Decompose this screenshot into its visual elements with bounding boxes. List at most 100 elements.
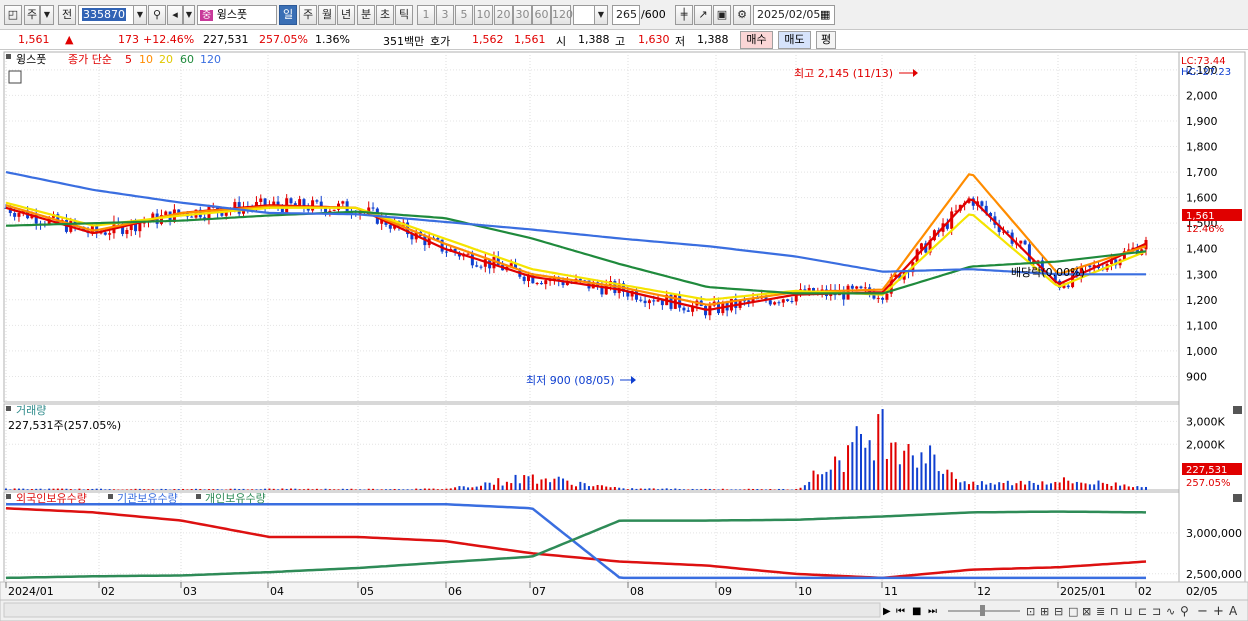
scroll-stop-icon[interactable]: ■	[912, 606, 921, 617]
scroll-track[interactable]	[3, 602, 881, 618]
volume-bar	[717, 489, 720, 490]
zoom-in-icon[interactable]: +	[1213, 604, 1224, 619]
volume-bar	[855, 426, 858, 490]
scroll-first-icon[interactable]: ⏮	[896, 606, 905, 617]
volume-bar	[52, 488, 55, 490]
volume-bar	[48, 488, 51, 490]
interval-5[interactable]: 5	[455, 5, 473, 25]
code-dropdown-icon[interactable]: ▼	[133, 5, 147, 25]
stock-name-field[interactable]: 중 윙스풋	[197, 5, 277, 25]
interval-20[interactable]: 20	[494, 5, 513, 25]
count-total: /600	[641, 8, 666, 21]
volume-bar	[376, 489, 379, 490]
grid-icon[interactable]: ⊞	[1040, 605, 1049, 618]
open-price: 1,388	[578, 33, 610, 46]
volume-bar	[648, 488, 651, 490]
volume-bar	[674, 488, 677, 490]
volume-bar	[639, 488, 642, 490]
candle-body	[859, 286, 863, 289]
candle-body	[656, 300, 660, 302]
speaker-dropdown-icon[interactable]: ▼	[183, 5, 195, 25]
line-tool-icon[interactable]: ↗	[694, 5, 712, 25]
mode-toggle[interactable]: 주	[24, 5, 40, 25]
interval-10[interactable]: 10	[474, 5, 493, 25]
volume-bar	[471, 487, 474, 490]
scroll-right-icon[interactable]: ▶	[883, 606, 891, 617]
compare-icon[interactable]: ⊓	[1110, 605, 1119, 618]
fit-icon[interactable]: ⊡	[1026, 605, 1035, 618]
eval-button[interactable]: 평	[816, 31, 836, 49]
candle-body	[272, 201, 276, 205]
volume-panel-close-icon[interactable]	[1233, 406, 1242, 414]
prev-button[interactable]: 전	[58, 5, 76, 25]
zoom-slider-handle[interactable]	[980, 605, 985, 616]
price-tick-label: 1,700	[1186, 166, 1218, 179]
zoom-out-icon[interactable]: −	[1197, 604, 1208, 619]
volume-bar	[898, 464, 901, 490]
search-icon[interactable]: ⚲	[148, 5, 166, 25]
volume-bar	[881, 409, 884, 490]
interval-3[interactable]: 3	[436, 5, 454, 25]
x-axis-right-label: 02/05	[1186, 585, 1218, 598]
interval-1[interactable]: 1	[417, 5, 435, 25]
volume-bar	[1058, 482, 1061, 490]
period-month[interactable]: 월	[318, 5, 336, 25]
volume-tick-label: 3,000K	[1186, 415, 1225, 428]
x-axis-label: 02	[1138, 585, 1152, 598]
volume-bar	[972, 481, 975, 490]
panel-toggle-icon[interactable]	[8, 70, 22, 84]
volume-bar	[1006, 480, 1009, 490]
period-day[interactable]: 일	[279, 5, 297, 25]
volume-bar	[130, 489, 133, 490]
candle-type-icon[interactable]: ╪	[675, 5, 693, 25]
candle-body	[639, 299, 643, 301]
volume-bar	[298, 489, 301, 490]
layout-icon[interactable]: ⊟	[1054, 605, 1063, 618]
chart-menu-icon[interactable]: ◰	[4, 5, 22, 25]
period-year[interactable]: 년	[337, 5, 355, 25]
period-week[interactable]: 주	[299, 5, 317, 25]
custom-interval-dropdown-icon[interactable]: ▼	[594, 5, 608, 25]
auto-scale-icon[interactable]: A	[1229, 604, 1238, 618]
x-axis-label: 2024/01	[8, 585, 54, 598]
stock-code-input[interactable]: 335870	[78, 5, 134, 25]
volume-bar	[661, 488, 664, 490]
volume-bar	[190, 489, 193, 490]
merge-icon[interactable]: ⊏	[1138, 605, 1147, 618]
candle-body	[535, 283, 539, 285]
period-tick[interactable]: 틱	[395, 5, 413, 25]
bid-ask-label: 호가	[430, 35, 451, 48]
holding-panel-close-icon[interactable]	[1233, 494, 1242, 502]
period-minute[interactable]: 분	[357, 5, 375, 25]
buy-button[interactable]: 매수	[740, 31, 773, 49]
box-icon[interactable]: □	[1068, 605, 1078, 618]
mode-dropdown-icon[interactable]: ▼	[40, 5, 54, 25]
volume-bar	[1024, 484, 1027, 490]
wave-icon[interactable]: ∿	[1166, 605, 1175, 618]
volume-bar	[1041, 481, 1044, 490]
volume-bar	[100, 488, 102, 490]
zoom-search-icon[interactable]: ⚲	[1180, 604, 1189, 618]
stack-icon[interactable]: ≣	[1096, 605, 1105, 618]
volume-bar	[1123, 484, 1126, 490]
interval-30[interactable]: 30	[513, 5, 532, 25]
volume-bar	[916, 467, 919, 490]
scroll-last-icon[interactable]: ⏭	[928, 606, 937, 617]
count-input[interactable]: 265	[612, 5, 640, 25]
ruler-icon[interactable]: ⊐	[1152, 605, 1161, 618]
volume-bar	[65, 488, 68, 490]
split-icon[interactable]: ⊔	[1124, 605, 1133, 618]
candle-body	[108, 233, 112, 235]
volume-bar	[346, 489, 349, 490]
save-icon[interactable]: ▣	[713, 5, 731, 25]
interval-120[interactable]: 120	[551, 5, 573, 25]
calendar-icon[interactable]: ▦	[820, 8, 830, 21]
sell-button[interactable]: 매도	[778, 31, 811, 49]
period-second[interactable]: 초	[376, 5, 394, 25]
low-price: 1,388	[697, 33, 729, 46]
speaker-icon[interactable]: ◂	[167, 5, 183, 25]
measure-icon[interactable]: ⊠	[1082, 605, 1091, 618]
x-axis-label: 10	[798, 585, 812, 598]
interval-60[interactable]: 60	[532, 5, 551, 25]
gear-icon[interactable]: ⚙	[733, 5, 751, 25]
